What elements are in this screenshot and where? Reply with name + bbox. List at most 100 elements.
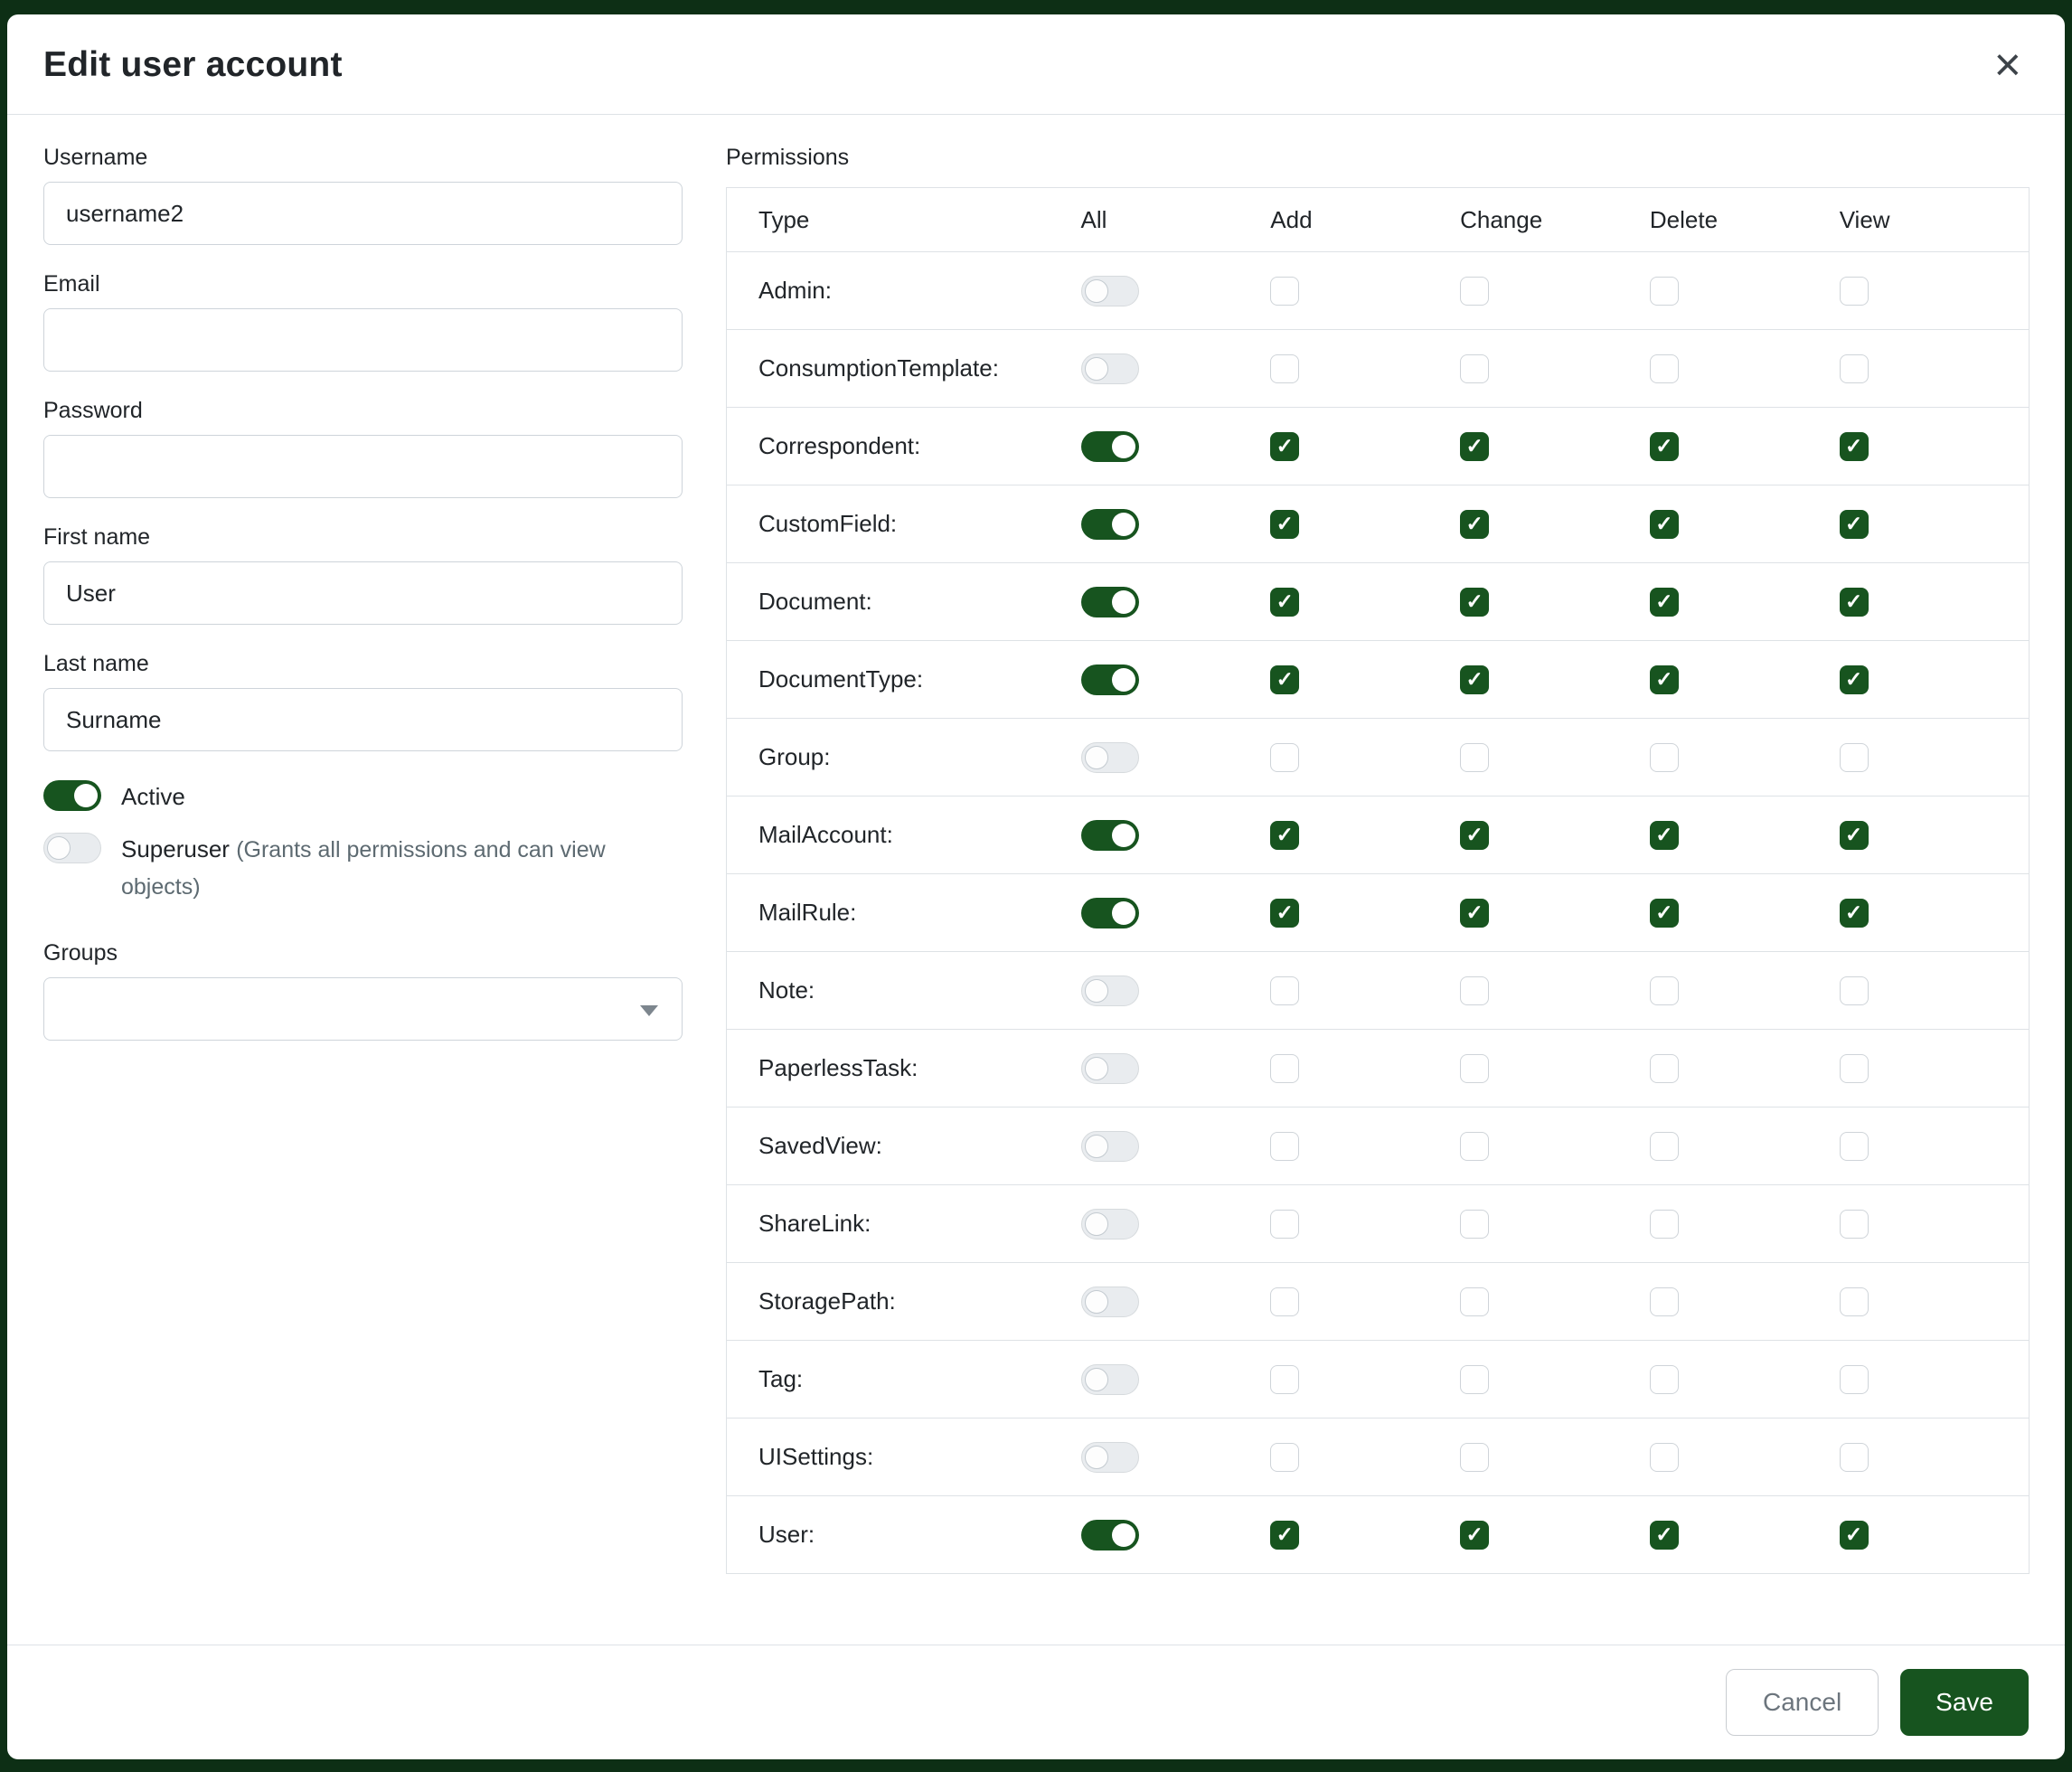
permission-view-checkbox[interactable]: [1840, 1443, 1869, 1472]
username-field[interactable]: [43, 182, 683, 245]
permission-view-checkbox[interactable]: ✓: [1840, 1521, 1869, 1550]
permission-view-checkbox[interactable]: [1840, 1210, 1869, 1239]
permission-change-checkbox[interactable]: [1460, 1365, 1489, 1394]
permission-all-toggle[interactable]: [1081, 1287, 1139, 1317]
permission-delete-checkbox[interactable]: [1650, 1443, 1679, 1472]
permission-all-toggle[interactable]: [1081, 742, 1139, 773]
email-field[interactable]: [43, 308, 683, 372]
permission-view-checkbox[interactable]: [1840, 1132, 1869, 1161]
permission-view-checkbox[interactable]: [1840, 277, 1869, 306]
permission-change-checkbox[interactable]: ✓: [1460, 899, 1489, 928]
cancel-button[interactable]: Cancel: [1726, 1669, 1879, 1736]
password-field[interactable]: [43, 435, 683, 498]
permission-view-checkbox[interactable]: [1840, 1054, 1869, 1083]
permission-change-checkbox[interactable]: ✓: [1460, 821, 1489, 850]
permission-change-checkbox[interactable]: [1460, 743, 1489, 772]
permission-all-toggle[interactable]: [1081, 276, 1139, 306]
permission-delete-checkbox[interactable]: ✓: [1650, 432, 1679, 461]
permission-all-toggle[interactable]: [1081, 820, 1139, 851]
permission-add-checkbox[interactable]: [1270, 1287, 1299, 1316]
permission-add-checkbox[interactable]: [1270, 1443, 1299, 1472]
permission-add-checkbox[interactable]: ✓: [1270, 432, 1299, 461]
last-name-field[interactable]: [43, 688, 683, 751]
permission-add-checkbox[interactable]: ✓: [1270, 821, 1299, 850]
permission-view-checkbox[interactable]: ✓: [1840, 588, 1869, 617]
permission-add-checkbox[interactable]: [1270, 1210, 1299, 1239]
permission-delete-checkbox[interactable]: ✓: [1650, 821, 1679, 850]
permission-add-checkbox[interactable]: ✓: [1270, 899, 1299, 928]
permission-view-checkbox[interactable]: [1840, 976, 1869, 1005]
permission-change-checkbox[interactable]: [1460, 1443, 1489, 1472]
permission-all-toggle[interactable]: [1081, 898, 1139, 928]
permission-add-checkbox[interactable]: ✓: [1270, 665, 1299, 694]
permission-view-checkbox[interactable]: [1840, 1365, 1869, 1394]
permission-add-checkbox[interactable]: ✓: [1270, 510, 1299, 539]
permission-delete-checkbox[interactable]: [1650, 1210, 1679, 1239]
permission-all-toggle[interactable]: [1081, 1209, 1139, 1239]
permission-type-label: SavedView:: [727, 1108, 1081, 1185]
permission-add-checkbox[interactable]: [1270, 976, 1299, 1005]
groups-select[interactable]: [43, 977, 683, 1041]
permission-change-checkbox[interactable]: [1460, 1210, 1489, 1239]
permission-delete-checkbox[interactable]: ✓: [1650, 510, 1679, 539]
permission-change-checkbox[interactable]: ✓: [1460, 665, 1489, 694]
permission-type-label: ShareLink:: [727, 1185, 1081, 1263]
permission-add-checkbox[interactable]: [1270, 1365, 1299, 1394]
permission-all-toggle[interactable]: [1081, 1364, 1139, 1395]
permission-change-checkbox[interactable]: [1460, 354, 1489, 383]
close-icon[interactable]: ×: [1991, 42, 2025, 89]
save-button[interactable]: Save: [1900, 1669, 2029, 1736]
permission-change-checkbox[interactable]: ✓: [1460, 510, 1489, 539]
permission-all-toggle[interactable]: [1081, 664, 1139, 695]
permission-add-checkbox[interactable]: [1270, 277, 1299, 306]
permission-type-label: CustomField:: [727, 485, 1081, 563]
permission-delete-checkbox[interactable]: [1650, 743, 1679, 772]
permission-delete-checkbox[interactable]: [1650, 976, 1679, 1005]
permissions-table: Type All Add Change Delete View Admin:Co…: [726, 187, 2030, 1574]
permission-all-toggle[interactable]: [1081, 509, 1139, 540]
permission-view-checkbox[interactable]: ✓: [1840, 510, 1869, 539]
permission-change-checkbox[interactable]: ✓: [1460, 432, 1489, 461]
superuser-toggle[interactable]: [43, 833, 101, 863]
permission-delete-checkbox[interactable]: ✓: [1650, 899, 1679, 928]
permission-delete-checkbox[interactable]: [1650, 1054, 1679, 1083]
permission-view-checkbox[interactable]: [1840, 354, 1869, 383]
permission-add-checkbox[interactable]: ✓: [1270, 588, 1299, 617]
permission-change-checkbox[interactable]: [1460, 1054, 1489, 1083]
first-name-field[interactable]: [43, 561, 683, 625]
permission-all-toggle[interactable]: [1081, 1053, 1139, 1084]
permission-all-toggle[interactable]: [1081, 587, 1139, 617]
permission-view-checkbox[interactable]: ✓: [1840, 899, 1869, 928]
permission-delete-checkbox[interactable]: [1650, 1365, 1679, 1394]
permission-add-checkbox[interactable]: [1270, 1132, 1299, 1161]
permission-delete-checkbox[interactable]: [1650, 1287, 1679, 1316]
permission-change-checkbox[interactable]: ✓: [1460, 1521, 1489, 1550]
permission-change-checkbox[interactable]: ✓: [1460, 588, 1489, 617]
permission-change-checkbox[interactable]: [1460, 277, 1489, 306]
permission-delete-checkbox[interactable]: [1650, 277, 1679, 306]
permission-delete-checkbox[interactable]: ✓: [1650, 588, 1679, 617]
permission-all-toggle[interactable]: [1081, 1520, 1139, 1550]
permission-add-checkbox[interactable]: [1270, 1054, 1299, 1083]
permission-view-checkbox[interactable]: ✓: [1840, 432, 1869, 461]
permission-all-toggle[interactable]: [1081, 431, 1139, 462]
permission-delete-checkbox[interactable]: [1650, 1132, 1679, 1161]
permission-change-checkbox[interactable]: [1460, 976, 1489, 1005]
permission-add-checkbox[interactable]: [1270, 354, 1299, 383]
permission-view-checkbox[interactable]: [1840, 743, 1869, 772]
permission-change-checkbox[interactable]: [1460, 1132, 1489, 1161]
permission-view-checkbox[interactable]: ✓: [1840, 821, 1869, 850]
permission-add-checkbox[interactable]: ✓: [1270, 1521, 1299, 1550]
permission-delete-checkbox[interactable]: ✓: [1650, 665, 1679, 694]
permission-add-checkbox[interactable]: [1270, 743, 1299, 772]
permission-view-checkbox[interactable]: ✓: [1840, 665, 1869, 694]
permission-change-checkbox[interactable]: [1460, 1287, 1489, 1316]
permission-all-toggle[interactable]: [1081, 353, 1139, 384]
permission-all-toggle[interactable]: [1081, 1442, 1139, 1473]
permission-all-toggle[interactable]: [1081, 976, 1139, 1006]
permission-delete-checkbox[interactable]: [1650, 354, 1679, 383]
permission-view-checkbox[interactable]: [1840, 1287, 1869, 1316]
permission-delete-checkbox[interactable]: ✓: [1650, 1521, 1679, 1550]
active-toggle[interactable]: [43, 780, 101, 811]
permission-all-toggle[interactable]: [1081, 1131, 1139, 1162]
